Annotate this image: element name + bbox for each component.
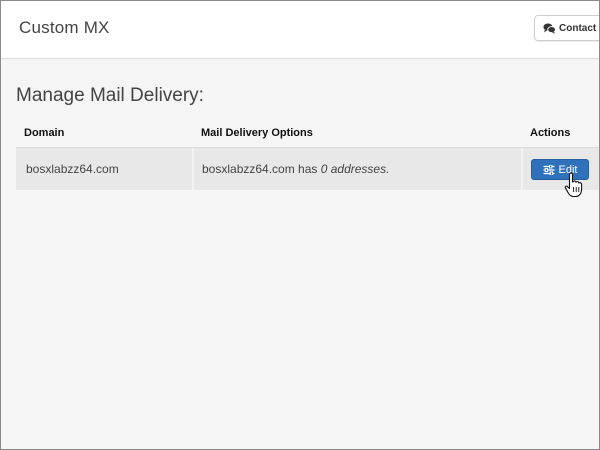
top-bar: Custom MX Contact S [1,1,599,59]
chat-bubbles-icon [543,23,556,34]
options-count: 0 addresses. [320,162,390,176]
contact-support-button[interactable]: Contact S [534,15,599,41]
window-frame: Custom MX Contact S Manage Mail Delivery… [0,0,600,450]
domain-cell: bosxlabzz64.com [26,162,119,176]
contact-button-label: Contact S [559,22,599,34]
column-header-options: Mail Delivery Options [201,127,313,139]
app-title: Custom MX [19,18,110,37]
column-header-actions: Actions [530,127,571,139]
mail-delivery-table: Domain Mail Delivery Options Actions bos… [16,119,599,190]
column-header-domain: Domain [24,127,65,139]
column-divider [192,148,194,190]
sliders-icon [543,164,555,175]
section-title: Manage Mail Delivery: [16,85,204,106]
column-divider [521,148,523,190]
options-cell: bosxlabzz64.com has 0 addresses. [202,148,389,190]
options-text: bosxlabzz64.com has [202,162,321,176]
table-header: Domain Mail Delivery Options Actions [16,119,599,147]
table-row: bosxlabzz64.com bosxlabzz64.com has 0 ad… [16,147,599,190]
hand-pointer-cursor-icon [564,172,583,198]
